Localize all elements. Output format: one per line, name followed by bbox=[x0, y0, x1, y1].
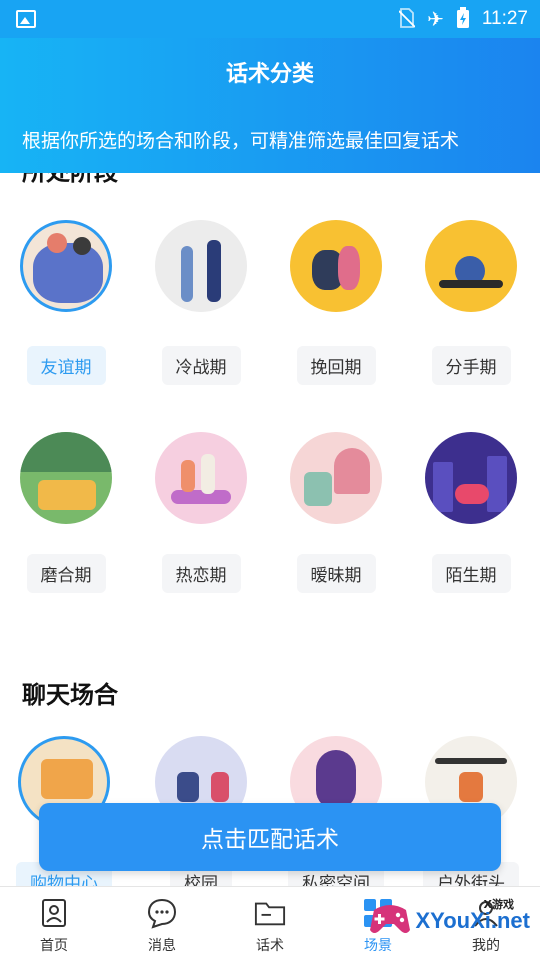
chat-bubble-icon bbox=[146, 897, 178, 929]
stage-pill-label: 分手期 bbox=[431, 346, 511, 385]
stage-item-breakup[interactable]: 分手期 bbox=[411, 220, 531, 385]
stage-pill-label: 友谊期 bbox=[26, 346, 106, 385]
stage-pill-label: 磨合期 bbox=[26, 554, 106, 593]
tab-label: 话术 bbox=[256, 938, 284, 954]
status-bar: ✈ 11:27 bbox=[0, 0, 540, 38]
watermark-small-text: X游戏 bbox=[483, 898, 514, 911]
airplane-icon: ✈ bbox=[427, 7, 444, 31]
stage-pill-label: 陌生期 bbox=[431, 554, 511, 593]
watermark: XYouXi.net X游戏 bbox=[368, 898, 530, 942]
stage-pill-label: 挽回期 bbox=[296, 346, 376, 385]
tab-phrases[interactable]: 话术 bbox=[216, 887, 324, 960]
friends-group-illustration bbox=[20, 220, 112, 312]
stage-item-friendship[interactable]: 友谊期 bbox=[6, 220, 126, 385]
tab-label: 首页 bbox=[40, 938, 68, 954]
page-subtitle: 根据你所选的场合和阶段，可精准筛选最佳回复话术 bbox=[22, 130, 460, 152]
status-icons: ✈ 11:27 bbox=[398, 6, 528, 32]
page-title: 话术分类 bbox=[225, 62, 314, 87]
clock: 11:27 bbox=[481, 8, 528, 29]
battery-charging-icon bbox=[456, 6, 470, 32]
folder-icon bbox=[254, 897, 286, 929]
picnic-illustration bbox=[20, 432, 112, 524]
no-sim-icon bbox=[398, 7, 416, 31]
dancing-couple-illustration bbox=[155, 432, 247, 524]
match-phrases-button[interactable]: 点击匹配话术 bbox=[39, 803, 501, 871]
stage-item-ambiguous[interactable]: 暧昧期 bbox=[276, 432, 396, 593]
sitting-alone-illustration bbox=[425, 220, 517, 312]
tab-messages[interactable]: 消息 bbox=[108, 887, 216, 960]
balcony-guitar-illustration bbox=[290, 432, 382, 524]
stage-item-recovery[interactable]: 挽回期 bbox=[276, 220, 396, 385]
night-city-illustration bbox=[425, 432, 517, 524]
profile-card-icon bbox=[38, 897, 70, 929]
occasion-section-title: 聊天场合 bbox=[22, 681, 118, 709]
tab-home[interactable]: 首页 bbox=[0, 887, 108, 960]
header: 话术分类 根据你所选的场合和阶段，可精准筛选最佳回复话术 bbox=[0, 38, 540, 173]
stage-item-stranger[interactable]: 陌生期 bbox=[411, 432, 531, 593]
stage-item-passion[interactable]: 热恋期 bbox=[141, 432, 261, 593]
couple-standing-illustration bbox=[155, 220, 247, 312]
stage-item-adjustment[interactable]: 磨合期 bbox=[6, 432, 126, 593]
stage-item-cold-war[interactable]: 冷战期 bbox=[141, 220, 261, 385]
stage-pill-label: 冷战期 bbox=[161, 346, 241, 385]
gamepad-logo-icon bbox=[368, 900, 412, 942]
tab-label: 消息 bbox=[148, 938, 176, 954]
stage-pill-label: 热恋期 bbox=[161, 554, 241, 593]
stage-pill-label: 暧昧期 bbox=[296, 554, 376, 593]
kneeling-couple-illustration bbox=[290, 220, 382, 312]
gallery-icon bbox=[16, 10, 36, 28]
